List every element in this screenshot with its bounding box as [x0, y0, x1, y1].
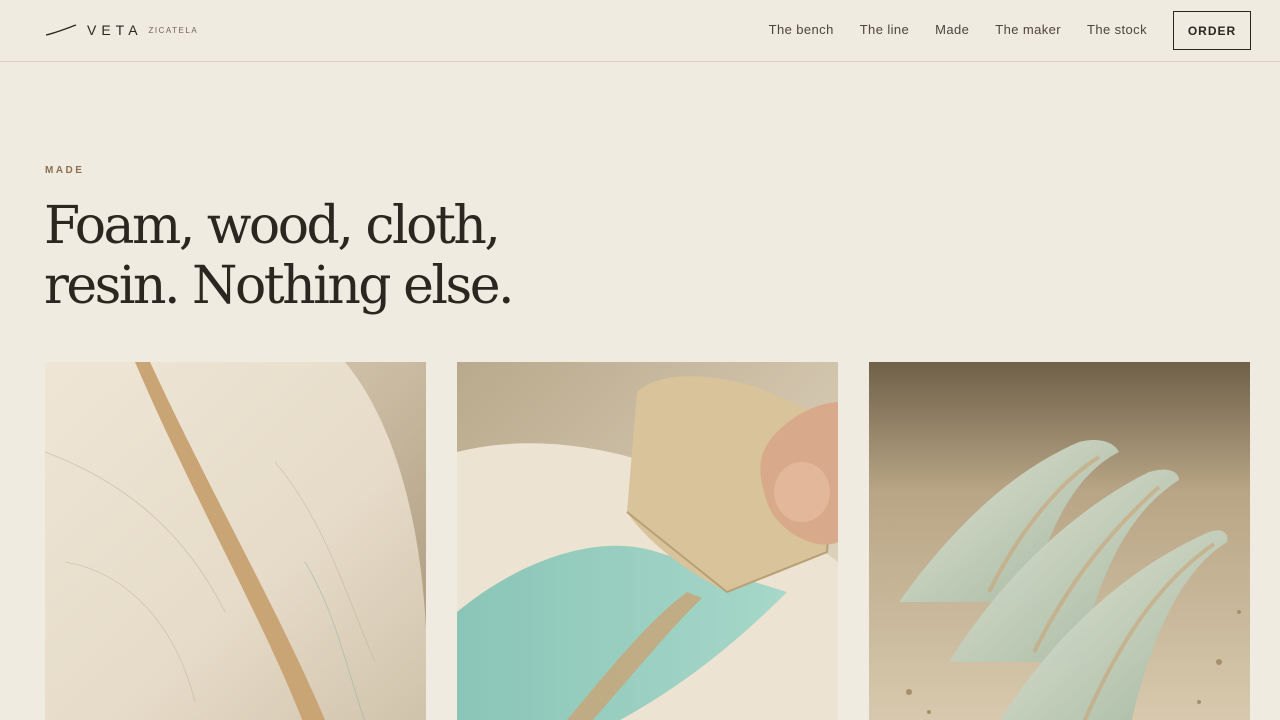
nav-link-the-bench[interactable]: The bench: [769, 22, 834, 38]
page-headline: Foam, wood, cloth, resin. Nothing else.: [44, 196, 644, 316]
nav-link-the-stock[interactable]: The stock: [1087, 22, 1147, 38]
brand-subtitle: ZICATELA: [148, 25, 199, 35]
order-button[interactable]: ORDER: [1173, 11, 1251, 50]
section-eyebrow: MADE: [45, 165, 85, 176]
nav-link-the-maker[interactable]: The maker: [995, 22, 1061, 38]
headline-line-2: resin. Nothing else.: [44, 256, 515, 316]
main-menu: The bench The line Made The maker The st…: [743, 22, 1147, 38]
fins-image: [869, 362, 1250, 720]
nav-link-made[interactable]: Made: [935, 22, 969, 38]
nav-link-the-line[interactable]: The line: [860, 22, 909, 38]
headline-line-1: Foam, wood, cloth,: [44, 196, 501, 256]
brand-name: VETA: [87, 22, 143, 38]
wave-line-icon: [45, 24, 77, 36]
resin-squeegee-image: [457, 362, 838, 720]
foam-blank-stringer-image: [45, 362, 426, 720]
top-nav: VETA ZICATELA The bench The line Made Th…: [0, 0, 1280, 62]
brand-logo[interactable]: VETA ZICATELA: [45, 21, 198, 39]
